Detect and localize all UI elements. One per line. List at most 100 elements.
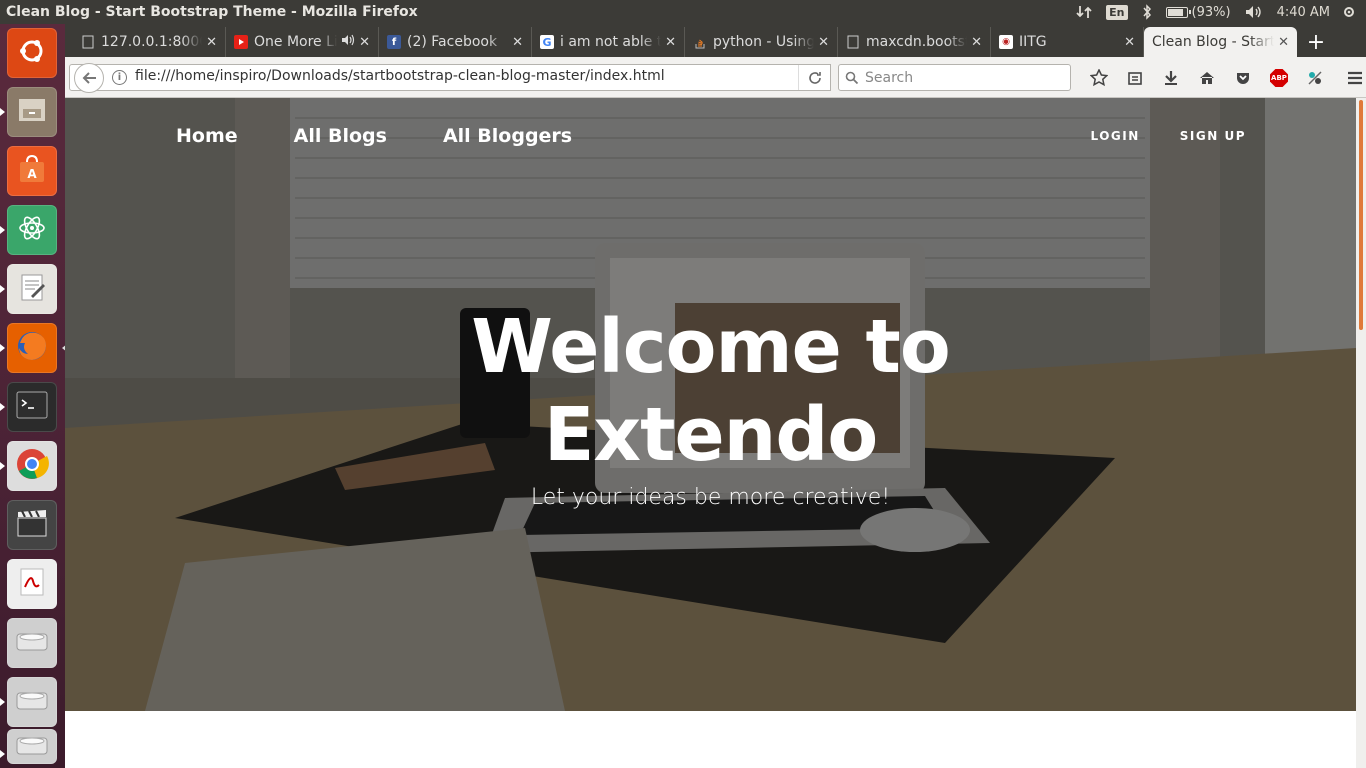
tab-label: i am not able to [560,34,662,50]
system-indicators: En (93%) 4:40 AM [1076,4,1366,20]
url-text[interactable]: file:///home/inspiro/Downloads/startboot… [135,68,665,84]
tab-close-icon[interactable]: ✕ [818,35,829,50]
browser-tab[interactable]: One More Light ✕ [226,27,379,57]
scrollbar-thumb[interactable] [1359,100,1363,330]
url-bar[interactable]: i file:///home/inspiro/Downloads/startbo… [69,63,831,93]
tab-close-icon[interactable]: ✕ [206,35,217,50]
firefox-icon [15,329,49,367]
launcher-terminal[interactable] [0,382,57,432]
blank-page-icon [846,35,860,49]
site-info-icon[interactable]: i [112,70,127,85]
google-icon: G [540,35,554,49]
tab-close-icon[interactable]: ✕ [971,35,982,50]
launcher-ubuntu-software[interactable]: A [7,146,57,196]
tab-close-icon[interactable]: ✕ [359,35,370,50]
pocket-icon[interactable] [1225,65,1261,91]
extension-puzzle-icon[interactable] [1297,65,1333,91]
site-auth-nav: LOGIN SIGN UP [1091,129,1247,143]
volume-icon[interactable] [1245,5,1263,19]
tab-close-icon[interactable]: ✕ [512,35,523,50]
browser-tab[interactable]: 127.0.0.1:8000/blog ✕ [73,27,226,57]
launcher-drive-3[interactable] [0,729,57,764]
battery-percentage: (93%) [1191,4,1231,20]
site-main-nav: Home All Blogs All Bloggers [176,125,572,147]
bookmark-star-icon[interactable] [1081,65,1117,91]
browser-tab[interactable]: python - Using ✕ [685,27,838,57]
launcher-ubuntu-dash[interactable] [7,28,57,78]
tab-close-icon[interactable]: ✕ [1278,35,1289,50]
tab-close-icon[interactable]: ✕ [665,35,676,50]
hero-header: Home All Blogs All Bloggers LOGIN SIGN U… [65,98,1356,711]
facebook-icon: f [387,35,401,49]
browser-tab[interactable]: Clean Blog - Start Bootstrap✕ [1144,27,1297,57]
page-scrollbar[interactable] [1356,98,1366,768]
adblock-plus-icon[interactable]: ABP [1261,65,1297,91]
software-bag-icon: A [17,154,47,188]
running-indicator [0,403,5,411]
browser-tab[interactable]: maxcdn.bootstrapcdn ✕ [838,27,991,57]
launcher-chrome[interactable] [0,441,57,491]
launcher-pdf-reader[interactable] [7,559,57,609]
power-gear-icon[interactable] [1342,5,1356,19]
clock[interactable]: 4:40 AM [1277,5,1330,20]
launcher-firefox[interactable] [0,323,67,373]
unity-launcher: A [0,24,67,768]
search-input[interactable]: Search [838,64,1071,91]
site-navbar: Home All Blogs All Bloggers LOGIN SIGN U… [65,125,1356,155]
hero-title: Welcome to Extendo [471,304,951,478]
stackoverflow-icon [693,35,707,49]
tab-audio-icon[interactable] [341,34,355,50]
nav-link-all-blogs[interactable]: All Blogs [294,125,387,147]
reload-icon[interactable] [798,65,830,90]
browser-tab[interactable]: ◉ IITG ✕ [991,27,1144,57]
keyboard-layout-indicator[interactable]: En [1106,4,1128,20]
hero-subtitle: Let your ideas be more creative! [530,485,891,510]
search-placeholder: Search [865,69,914,86]
window-title: Clean Blog - Start Bootstrap Theme - Moz… [6,4,418,20]
hamburger-menu-icon[interactable] [1337,65,1366,91]
chrome-icon [15,447,49,485]
hero-heading: Welcome to Extendo Let your ideas be mor… [65,303,1356,510]
svg-text:A: A [27,167,37,181]
tab-close-icon[interactable]: ✕ [1124,35,1135,50]
battery-icon [1165,6,1191,18]
pdf-icon [17,567,47,601]
launcher-video-editor[interactable] [7,500,57,550]
launcher-drive-2[interactable] [0,677,57,727]
running-indicator [0,750,5,758]
network-icon[interactable] [1076,5,1092,19]
tab-label: One More Light [254,34,338,50]
running-indicator [0,344,5,352]
running-indicator [0,462,5,470]
nav-link-home[interactable]: Home [176,125,238,147]
running-indicator [0,108,5,116]
tab-label: IITG [1019,34,1047,50]
notepad-icon [17,272,47,306]
nav-link-all-bloggers[interactable]: All Bloggers [443,125,572,147]
browser-tab[interactable]: Gi am not able to ✕ [532,27,685,57]
downloads-icon[interactable] [1153,65,1189,91]
blank-page-icon [81,35,95,49]
hard-drive-icon [15,628,49,658]
bluetooth-icon[interactable] [1142,4,1152,20]
launcher-files[interactable] [0,87,57,137]
reading-list-icon[interactable] [1117,65,1153,91]
ubuntu-logo-icon [17,36,47,70]
atom-icon [17,213,47,247]
home-icon[interactable] [1189,65,1225,91]
tab-label: maxcdn.bootstrapcdn [866,34,967,50]
hard-drive-icon [15,687,49,717]
back-arrow-icon[interactable] [74,63,104,93]
new-tab-plus-icon[interactable]: + [1301,27,1331,57]
browser-tab[interactable]: f (2) Facebook ✕ [379,27,532,57]
tab-strip: 127.0.0.1:8000/blog ✕ One More Light ✕ f (2) … [65,24,1366,57]
nav-link-signup[interactable]: SIGN UP [1180,129,1246,143]
nav-link-login[interactable]: LOGIN [1091,129,1140,143]
battery-indicator[interactable]: (93%) [1165,4,1231,20]
tab-label: 127.0.0.1:8000/blog [101,34,202,50]
launcher-text-editor[interactable] [0,264,57,314]
launcher-drive-1[interactable] [7,618,57,668]
iitg-logo-icon: ◉ [999,35,1013,49]
page-viewport: Home All Blogs All Bloggers LOGIN SIGN U… [65,98,1356,768]
launcher-atom-editor[interactable] [0,205,57,255]
